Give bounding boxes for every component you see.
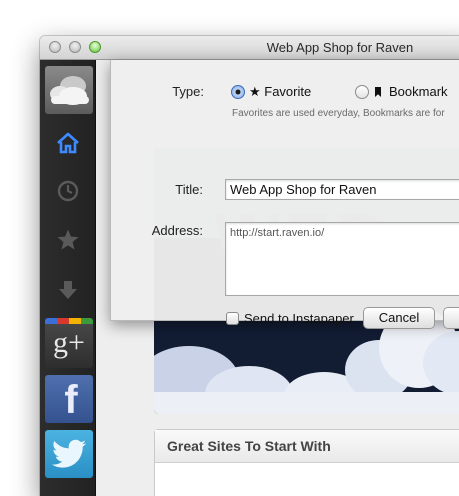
send-to-instapaper-label[interactable]: Send to Instapaper bbox=[244, 311, 354, 326]
window-title: Web App Shop for Raven bbox=[266, 40, 414, 55]
title-bar: Web App Shop for Raven bbox=[40, 36, 459, 60]
download-icon bbox=[58, 281, 77, 299]
sidebar-item-twitter[interactable] bbox=[45, 430, 93, 478]
home-icon bbox=[56, 132, 79, 154]
cancel-button[interactable]: Cancel bbox=[363, 307, 435, 329]
sidebar-item-history[interactable] bbox=[40, 173, 95, 209]
favorite-radio[interactable] bbox=[231, 85, 245, 99]
sidebar-item-weather[interactable] bbox=[45, 66, 93, 114]
facebook-icon: f bbox=[64, 378, 78, 422]
bookmark-radio-label[interactable]: Bookmark bbox=[389, 84, 448, 99]
close-window-button[interactable] bbox=[49, 41, 61, 53]
favorite-radio-label[interactable]: ★ Favorite bbox=[249, 84, 311, 100]
star-icon bbox=[57, 229, 78, 250]
sidebar-item-facebook[interactable]: f bbox=[45, 375, 93, 423]
address-label: Address: bbox=[151, 223, 203, 238]
browser-window: Web App Shop for Raven g+ f Great Sites … bbox=[40, 36, 459, 496]
sidebar-item-favorites[interactable] bbox=[40, 222, 95, 258]
clock-icon bbox=[57, 180, 78, 202]
twitter-icon bbox=[51, 439, 87, 468]
great-sites-heading: Great Sites To Start With bbox=[155, 430, 459, 463]
sidebar-item-google-plus[interactable]: g+ bbox=[45, 318, 93, 368]
sidebar: g+ f bbox=[40, 60, 96, 496]
send-to-instapaper-checkbox[interactable] bbox=[226, 312, 239, 325]
great-sites-panel: Great Sites To Start With bbox=[154, 429, 459, 496]
google-plus-icon: g+ bbox=[53, 326, 85, 359]
save-button[interactable] bbox=[443, 307, 459, 329]
minimize-window-button[interactable] bbox=[69, 41, 81, 53]
bookmark-icon bbox=[375, 87, 381, 97]
sidebar-item-downloads[interactable] bbox=[40, 272, 95, 308]
title-field[interactable]: Web App Shop for Raven bbox=[225, 179, 459, 200]
address-field[interactable]: http://start.raven.io/ bbox=[225, 222, 459, 296]
type-hint: Favorites are used everyday, Bookmarks a… bbox=[232, 108, 445, 119]
sidebar-item-home[interactable] bbox=[40, 125, 95, 161]
weather-cloud-icon bbox=[50, 76, 89, 105]
title-label: Title: bbox=[175, 182, 203, 197]
bookmark-radio[interactable] bbox=[355, 85, 369, 99]
add-bookmark-sheet: Type: ★ Favorite Bookmark Favorites are … bbox=[110, 60, 459, 329]
zoom-window-button[interactable] bbox=[89, 41, 101, 53]
type-label: Type: bbox=[172, 84, 204, 99]
